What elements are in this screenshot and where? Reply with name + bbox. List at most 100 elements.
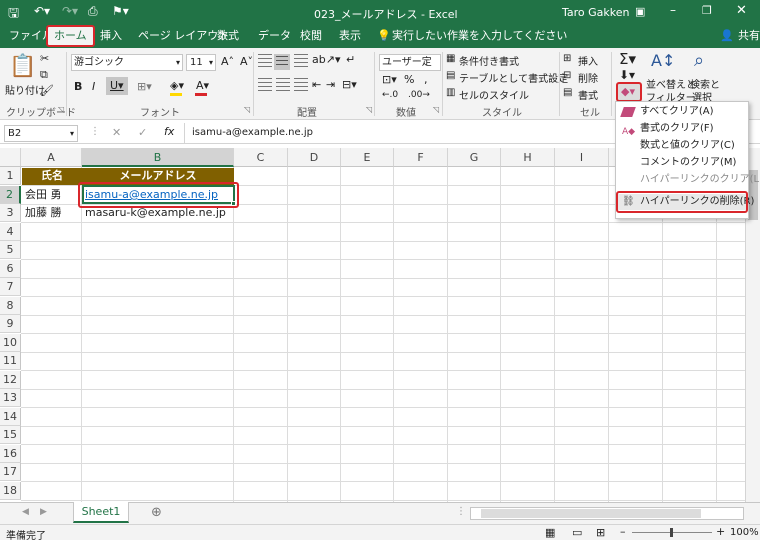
cell-a3[interactable]: 加藤 勝	[22, 204, 82, 222]
format-cells-button[interactable]: 書式	[578, 87, 598, 102]
decrease-decimal-icon[interactable]: .00→	[408, 90, 430, 100]
dialog-launcher-icon[interactable]: ◹	[433, 105, 439, 114]
horizontal-scrollbar[interactable]	[470, 507, 744, 520]
row-header[interactable]: 4	[0, 222, 21, 241]
top-align-icon[interactable]	[258, 54, 272, 68]
row-header[interactable]: 2	[0, 185, 21, 204]
currency-icon[interactable]: ⊡▾	[382, 73, 397, 86]
tab-view[interactable]: 表示	[339, 24, 361, 48]
row-header[interactable]: 15	[0, 426, 21, 444]
zoom-out-icon[interactable]: –	[620, 525, 626, 538]
minimize-icon[interactable]: –	[670, 3, 676, 17]
column-header[interactable]: F	[394, 148, 448, 167]
row-header[interactable]: 17	[0, 463, 21, 481]
row-header[interactable]: 8	[0, 296, 21, 315]
font-color-icon[interactable]: A▾	[196, 79, 209, 92]
cell-style-button[interactable]: セルのスタイル	[459, 87, 529, 102]
paste-icon[interactable]: 📋	[9, 54, 36, 79]
cancel-icon[interactable]: ✕	[112, 126, 121, 139]
column-header[interactable]: C	[234, 148, 288, 167]
splitter-icon[interactable]: ⋮	[456, 506, 466, 517]
percent-icon[interactable]: %	[404, 73, 414, 86]
zoom-level[interactable]: 100%	[730, 527, 759, 538]
print-preview-icon[interactable]: ⎙	[88, 4, 98, 19]
zoom-slider-thumb[interactable]	[670, 528, 673, 537]
page-break-view-icon[interactable]: ⊞	[596, 526, 605, 539]
enter-icon[interactable]: ✓	[138, 126, 147, 139]
wrap-text-icon[interactable]: ↵	[346, 53, 355, 66]
ribbon-display-icon[interactable]: ▣	[635, 5, 645, 18]
merge-center-icon[interactable]: ⊟▾	[342, 78, 357, 91]
scroll-thumb[interactable]	[481, 509, 701, 518]
share-button[interactable]: 共有	[738, 24, 760, 48]
scroll-right-icon[interactable]: ▶	[40, 507, 47, 517]
underline-icon[interactable]: U▾	[106, 77, 128, 95]
redo-icon[interactable]: ↷▾	[62, 4, 78, 18]
column-header[interactable]: G	[448, 148, 501, 167]
select-all-corner[interactable]	[0, 148, 21, 167]
conditional-format-button[interactable]: 条件付き書式	[459, 53, 519, 68]
orientation-icon[interactable]: ab↗▾	[312, 53, 340, 66]
undo-icon[interactable]: ↶▾	[34, 4, 50, 18]
italic-icon[interactable]: I	[92, 80, 95, 93]
comma-icon[interactable]: ,	[424, 73, 428, 86]
row-header[interactable]: 7	[0, 278, 21, 296]
row-header[interactable]: 13	[0, 389, 21, 407]
tab-page-layout[interactable]: ページ レイアウト	[138, 24, 229, 48]
restore-icon[interactable]: ❐	[702, 4, 712, 17]
sheet-tab-sheet1[interactable]: Sheet1	[73, 502, 129, 523]
delete-cells-button[interactable]: 削除	[578, 70, 598, 85]
borders-icon[interactable]: ⊞▾	[137, 80, 152, 93]
scroll-left-icon[interactable]: ◀	[22, 507, 29, 517]
save-icon[interactable]: 🖫	[8, 4, 19, 26]
menu-item-clear-comments[interactable]: コメントのクリア(M)	[616, 155, 748, 171]
cut-icon[interactable]: ✂	[40, 52, 49, 65]
normal-view-icon[interactable]: ▦	[545, 526, 555, 539]
page-layout-view-icon[interactable]: ▭	[572, 526, 582, 539]
row-header[interactable]: 11	[0, 352, 21, 370]
align-center-icon[interactable]	[276, 78, 290, 92]
row-header[interactable]: 12	[0, 370, 21, 389]
tell-me-box[interactable]: 実行したい作業を入力してください	[392, 24, 567, 48]
column-header[interactable]: H	[501, 148, 555, 167]
name-box[interactable]: B2 ▾	[4, 125, 78, 142]
format-painter-icon[interactable]: 🖌	[40, 84, 54, 97]
align-right-icon[interactable]	[294, 78, 308, 92]
user-name[interactable]: Taro Gakken	[562, 6, 630, 19]
copy-icon[interactable]: ⧉	[40, 68, 48, 82]
menu-item-clear-all[interactable]: すべてクリア(A)	[616, 104, 748, 120]
decrease-font-icon[interactable]: A˅	[240, 55, 253, 68]
paste-button[interactable]: 貼り付け	[5, 82, 45, 97]
row-header[interactable]: 14	[0, 407, 21, 426]
customize-qat-icon[interactable]: ⚑▾	[112, 4, 129, 18]
cell-a2[interactable]: 会田 勇	[22, 186, 82, 204]
cell-a1[interactable]: 氏名	[22, 167, 82, 185]
indent-decrease-icon[interactable]: ⇤	[312, 78, 321, 91]
dialog-launcher-icon[interactable]: ◹	[366, 105, 372, 114]
increase-decimal-icon[interactable]: ←.0	[382, 90, 398, 100]
indent-increase-icon[interactable]: ⇥	[326, 78, 335, 91]
align-left-icon[interactable]	[258, 78, 272, 92]
tab-review[interactable]: 校閲	[300, 24, 322, 48]
tab-insert[interactable]: 挿入	[100, 24, 122, 48]
dialog-launcher-icon[interactable]: ◹	[244, 105, 250, 114]
clear-button[interactable]: ◆▾	[616, 82, 642, 102]
column-header[interactable]: B	[82, 148, 234, 167]
tab-home[interactable]: ホーム	[46, 25, 95, 47]
formula-content[interactable]: isamu-a@example.ne.jp	[192, 127, 313, 138]
number-format-select[interactable]: ユーザー定義	[379, 54, 441, 71]
zoom-in-icon[interactable]: +	[716, 525, 725, 538]
font-name-select[interactable]: 游ゴシック ▾	[71, 54, 183, 71]
fill-icon[interactable]: ⬇▾	[619, 68, 635, 82]
row-header[interactable]: 5	[0, 241, 21, 259]
bottom-align-icon[interactable]	[294, 54, 308, 68]
menu-item-clear-formats[interactable]: A◆ 書式のクリア(F)	[616, 121, 748, 137]
middle-align-icon[interactable]	[274, 54, 290, 70]
column-header[interactable]: D	[288, 148, 341, 167]
row-header[interactable]: 6	[0, 259, 21, 278]
tab-formulas[interactable]: 数式	[217, 24, 239, 48]
row-header[interactable]: 9	[0, 315, 21, 333]
dialog-launcher-icon[interactable]: ◹	[58, 105, 64, 114]
column-header[interactable]: A	[21, 148, 82, 167]
insert-function-icon[interactable]: fx	[164, 125, 174, 138]
